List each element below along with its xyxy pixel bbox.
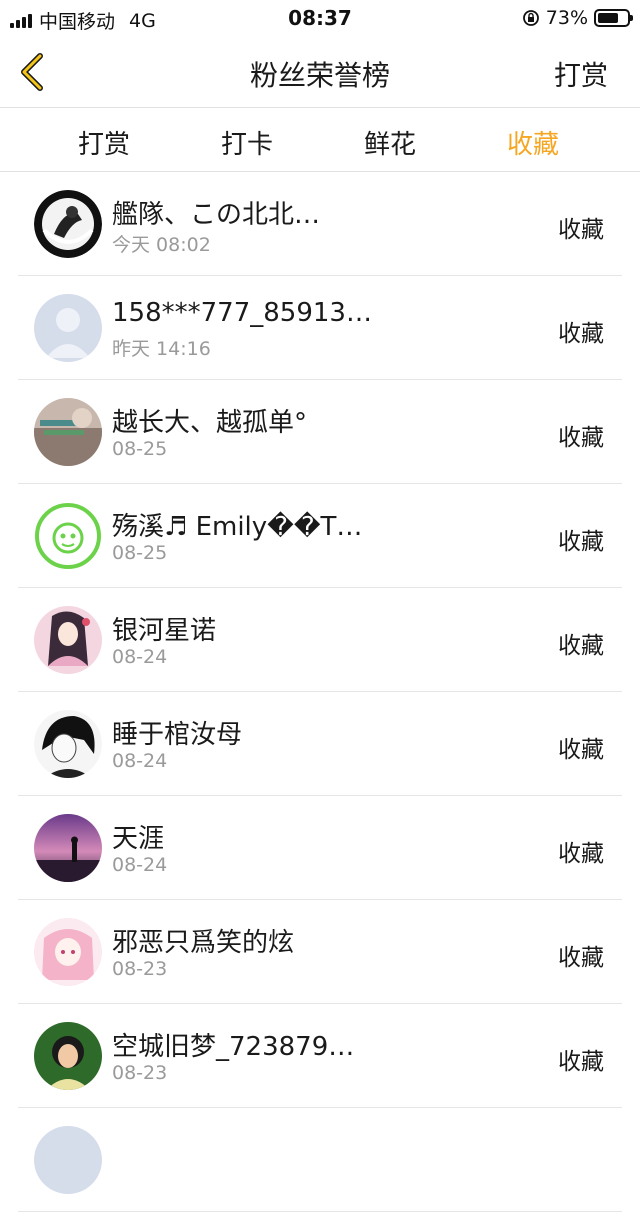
reward-button[interactable]: 打赏 (554, 54, 608, 93)
list-item[interactable]: 殇溪♬ Emily��T… 08-25 收藏 (0, 484, 640, 588)
avatar (34, 606, 102, 674)
timestamp: 昨天 14:16 (112, 338, 211, 360)
tab-flowers[interactable]: 鲜花 (335, 124, 445, 161)
status-bar: 中国移动 4G 08:37 73% (0, 0, 640, 36)
favorite-action: 收藏 (558, 1049, 604, 1075)
avatar (34, 710, 102, 778)
rotation-lock-icon (522, 10, 539, 26)
tab-reward[interactable]: 打赏 (49, 124, 159, 161)
fan-list: 艦隊、この北北… 今天 08:02 收藏 158***777_85913… 昨天… (0, 172, 640, 1212)
user-name: 艦隊、この北北… (112, 200, 321, 230)
list-item[interactable]: 邪恶只爲笑的炫 08-23 收藏 (0, 900, 640, 1004)
avatar (34, 918, 102, 986)
list-item[interactable]: 天涯 08-24 收藏 (0, 796, 640, 900)
battery-icon (594, 9, 633, 27)
avatar (34, 814, 102, 882)
timestamp: 08-23 (112, 958, 168, 980)
user-name: 天涯 (112, 824, 165, 854)
favorite-action: 收藏 (558, 737, 604, 763)
nav-bar: 粉丝荣誉榜 打赏 (0, 36, 640, 108)
list-item[interactable]: 银河星诺 08-24 收藏 (0, 588, 640, 692)
timestamp: 08-25 (112, 438, 168, 460)
timestamp: 08-23 (112, 1062, 168, 1084)
user-name: 空城旧梦_723879… (112, 1032, 355, 1062)
tab-bar: 打赏 打卡 鲜花 收藏 (0, 108, 640, 172)
page-title: 粉丝荣誉榜 (249, 59, 390, 92)
tab-checkin[interactable]: 打卡 (192, 124, 302, 161)
timestamp: 08-24 (112, 646, 168, 668)
list-item[interactable]: 艦隊、この北北… 今天 08:02 收藏 (0, 172, 640, 276)
timestamp: 08-25 (112, 542, 168, 564)
user-name: 邪恶只爲笑的炫 (112, 928, 295, 958)
tab-favorites[interactable]: 收藏 (478, 124, 588, 161)
list-item[interactable]: 空城旧梦_723879… 08-23 收藏 (0, 1004, 640, 1108)
user-name: 睡于棺汝母 (112, 720, 243, 750)
favorite-action: 收藏 (558, 529, 604, 555)
favorite-action: 收藏 (558, 633, 604, 659)
list-item[interactable]: 睡于棺汝母 08-24 收藏 (0, 692, 640, 796)
favorite-action: 收藏 (558, 425, 604, 451)
favorite-action: 收藏 (558, 217, 604, 243)
battery-label: 73% (545, 7, 588, 29)
favorite-action: 收藏 (558, 841, 604, 867)
timestamp: 今天 08:02 (112, 234, 211, 256)
avatar (34, 398, 102, 466)
list-item[interactable]: 158***777_85913… 昨天 14:16 收藏 (0, 276, 640, 380)
avatar (34, 190, 102, 258)
user-name: 越长大、越孤单° (112, 408, 308, 438)
list-item[interactable]: 越长大、越孤单° 08-25 收藏 (0, 380, 640, 484)
status-right: 73% (522, 7, 633, 29)
timestamp: 08-24 (112, 750, 168, 772)
user-name: 158***777_85913… (112, 298, 372, 328)
avatar (34, 1022, 102, 1090)
list-item[interactable] (0, 1108, 640, 1212)
favorite-action: 收藏 (558, 945, 604, 971)
avatar (34, 1126, 102, 1194)
favorite-action: 收藏 (558, 321, 604, 347)
battery-fill (598, 13, 619, 23)
timestamp: 08-24 (112, 854, 168, 876)
avatar (34, 294, 102, 362)
user-name: 银河星诺 (112, 616, 217, 646)
avatar (34, 502, 102, 570)
user-name: 殇溪♬ Emily��T… (112, 512, 363, 542)
